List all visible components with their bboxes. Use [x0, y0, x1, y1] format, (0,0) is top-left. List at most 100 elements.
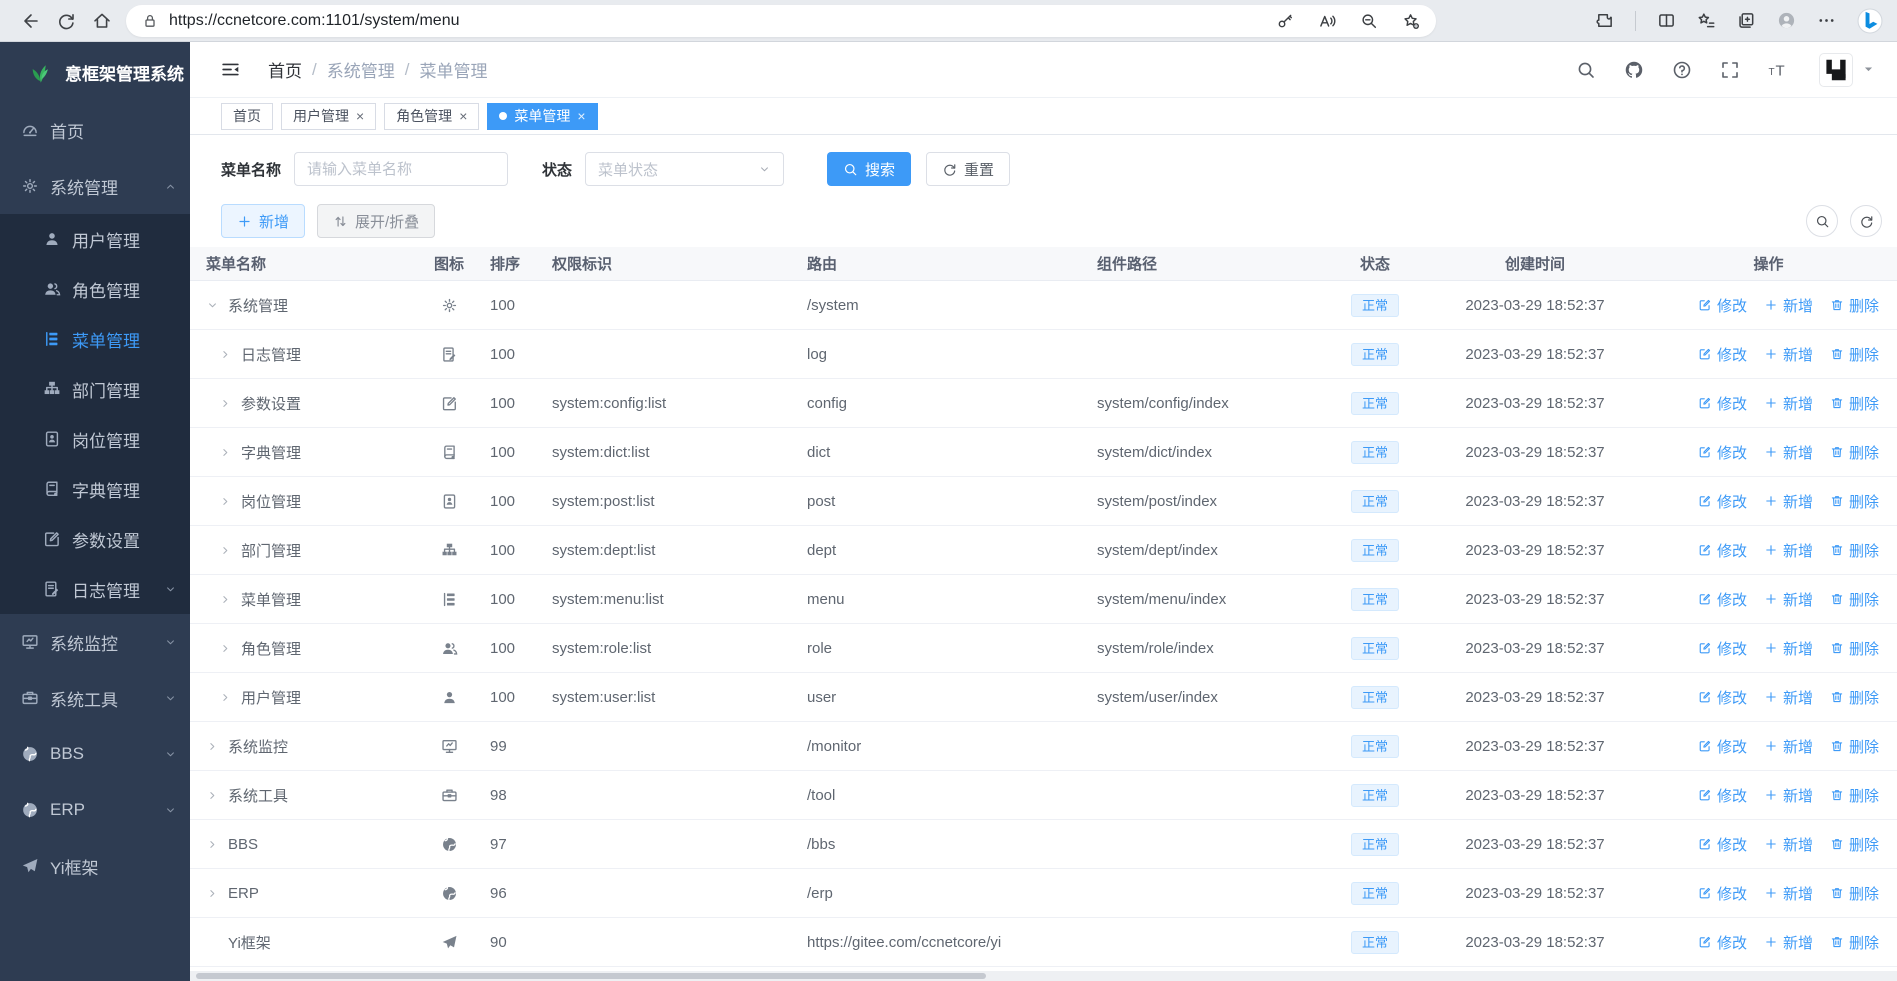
sidebar-item-bbs[interactable]: BBS [0, 726, 190, 782]
row-expand-icon[interactable] [206, 299, 219, 312]
refresh-button[interactable] [48, 4, 84, 38]
collections-icon[interactable] [1737, 11, 1756, 30]
row-expand-icon[interactable] [206, 887, 219, 900]
row-add-button[interactable]: 新增 [1764, 589, 1813, 610]
row-delete-button[interactable]: 删除 [1830, 442, 1879, 463]
tab-role-mgmt[interactable]: 角色管理 × [384, 102, 480, 130]
row-expand-icon[interactable] [219, 446, 232, 459]
read-aloud-icon[interactable] [1318, 12, 1336, 30]
sidebar-item-menu-mgmt[interactable]: 菜单管理 [0, 314, 190, 364]
row-add-button[interactable]: 新增 [1764, 442, 1813, 463]
split-screen-icon[interactable] [1657, 11, 1676, 30]
horizontal-scrollbar[interactable] [190, 971, 1897, 981]
row-edit-button[interactable]: 修改 [1698, 638, 1747, 659]
row-delete-button[interactable]: 删除 [1830, 638, 1879, 659]
add-favorite-star-icon[interactable] [1402, 12, 1420, 30]
zoom-out-icon[interactable] [1360, 12, 1378, 30]
more-options-icon[interactable] [1817, 11, 1836, 30]
sidebar-item-home[interactable]: 首页 [0, 102, 190, 158]
row-add-button[interactable]: 新增 [1764, 344, 1813, 365]
tab-menu-mgmt[interactable]: 菜单管理 × [487, 102, 598, 130]
row-expand-icon[interactable] [219, 691, 232, 704]
row-edit-button[interactable]: 修改 [1698, 393, 1747, 414]
row-expand-icon[interactable] [219, 593, 232, 606]
toggle-search-button[interactable] [1806, 205, 1838, 237]
row-edit-button[interactable]: 修改 [1698, 687, 1747, 708]
row-delete-button[interactable]: 删除 [1830, 736, 1879, 757]
row-add-button[interactable]: 新增 [1764, 393, 1813, 414]
row-edit-button[interactable]: 修改 [1698, 295, 1747, 316]
sidebar-item-post-mgmt[interactable]: 岗位管理 [0, 414, 190, 464]
row-delete-button[interactable]: 删除 [1830, 393, 1879, 414]
search-button[interactable]: 搜索 [827, 152, 912, 186]
row-expand-icon[interactable] [219, 642, 232, 655]
row-add-button[interactable]: 新增 [1764, 295, 1813, 316]
row-add-button[interactable]: 新增 [1764, 491, 1813, 512]
sidebar-item-dept-mgmt[interactable]: 部门管理 [0, 364, 190, 414]
password-key-icon[interactable] [1276, 12, 1294, 30]
row-expand-icon[interactable] [206, 740, 219, 753]
row-edit-button[interactable]: 修改 [1698, 785, 1747, 806]
row-edit-button[interactable]: 修改 [1698, 442, 1747, 463]
favorites-bar-icon[interactable] [1697, 11, 1716, 30]
sidebar-item-role-mgmt[interactable]: 角色管理 [0, 264, 190, 314]
header-search-icon[interactable] [1576, 60, 1596, 80]
row-add-button[interactable]: 新增 [1764, 736, 1813, 757]
row-add-button[interactable]: 新增 [1764, 883, 1813, 904]
tab-close-icon[interactable]: × [577, 109, 585, 123]
sidebar-item-log-mgmt[interactable]: 日志管理 [0, 564, 190, 614]
status-select[interactable]: 菜单状态 [585, 152, 785, 186]
user-avatar[interactable] [1819, 52, 1853, 87]
sidebar-collapse-button[interactable] [220, 59, 241, 80]
breadcrumb-home[interactable]: 首页 [268, 57, 302, 82]
row-add-button[interactable]: 新增 [1764, 638, 1813, 659]
row-expand-icon[interactable] [206, 838, 219, 851]
add-button[interactable]: 新增 [221, 204, 306, 238]
row-edit-button[interactable]: 修改 [1698, 540, 1747, 561]
site-info-lock-icon[interactable] [142, 13, 158, 29]
row-delete-button[interactable]: 删除 [1830, 589, 1879, 610]
sidebar-item-dict-mgmt[interactable]: 字典管理 [0, 464, 190, 514]
row-expand-icon[interactable] [219, 544, 232, 557]
refresh-table-button[interactable] [1850, 205, 1882, 237]
row-delete-button[interactable]: 删除 [1830, 834, 1879, 855]
row-edit-button[interactable]: 修改 [1698, 491, 1747, 512]
row-add-button[interactable]: 新增 [1764, 834, 1813, 855]
row-edit-button[interactable]: 修改 [1698, 834, 1747, 855]
tab-close-icon[interactable]: × [459, 109, 467, 123]
github-icon[interactable] [1624, 60, 1644, 80]
reset-button[interactable]: 重置 [926, 152, 1011, 186]
row-delete-button[interactable]: 删除 [1830, 491, 1879, 512]
expand-collapse-button[interactable]: 展开/折叠 [317, 204, 436, 238]
back-button[interactable] [12, 4, 48, 38]
row-edit-button[interactable]: 修改 [1698, 344, 1747, 365]
profile-avatar-icon[interactable] [1777, 11, 1796, 30]
menu-name-input[interactable] [294, 152, 509, 186]
user-menu-caret-icon[interactable] [1862, 63, 1875, 76]
font-size-icon[interactable]: TT [1768, 60, 1788, 80]
sidebar-item-user-mgmt[interactable]: 用户管理 [0, 214, 190, 264]
home-button[interactable] [84, 4, 120, 38]
row-add-button[interactable]: 新增 [1764, 687, 1813, 708]
sidebar-item-erp[interactable]: ERP [0, 782, 190, 838]
row-delete-button[interactable]: 删除 [1830, 785, 1879, 806]
url-text[interactable]: https://ccnetcore.com:1101/system/menu [169, 12, 460, 30]
row-expand-icon[interactable] [219, 348, 232, 361]
bing-icon[interactable] [1857, 8, 1883, 34]
tab-close-icon[interactable]: × [356, 109, 364, 123]
help-icon[interactable] [1672, 60, 1692, 80]
row-edit-button[interactable]: 修改 [1698, 932, 1747, 953]
row-add-button[interactable]: 新增 [1764, 540, 1813, 561]
row-edit-button[interactable]: 修改 [1698, 589, 1747, 610]
row-edit-button[interactable]: 修改 [1698, 883, 1747, 904]
row-add-button[interactable]: 新增 [1764, 932, 1813, 953]
row-expand-icon[interactable] [219, 495, 232, 508]
row-delete-button[interactable]: 删除 [1830, 540, 1879, 561]
row-expand-icon[interactable] [219, 397, 232, 410]
sidebar-item-system-monitor[interactable]: 系统监控 [0, 614, 190, 670]
row-edit-button[interactable]: 修改 [1698, 736, 1747, 757]
row-delete-button[interactable]: 删除 [1830, 344, 1879, 365]
sidebar-item-yi-framework[interactable]: Yi框架 [0, 838, 190, 894]
row-delete-button[interactable]: 删除 [1830, 295, 1879, 316]
row-delete-button[interactable]: 删除 [1830, 883, 1879, 904]
